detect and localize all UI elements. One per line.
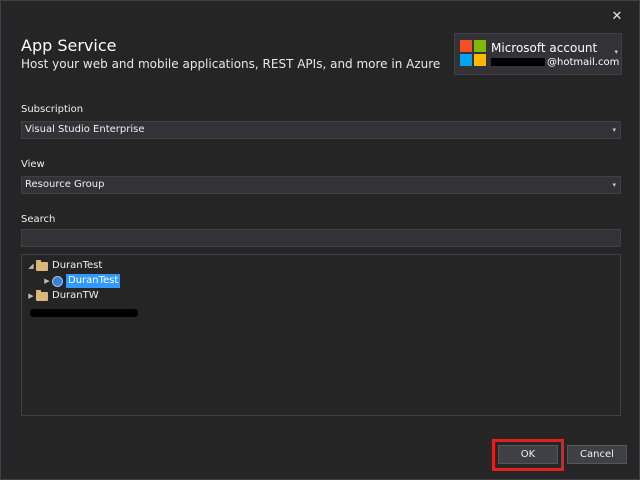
expand-icon[interactable]: ▶ — [26, 289, 36, 303]
account-name: Microsoft account — [491, 41, 598, 55]
view-label: View — [21, 159, 45, 170]
redacted-email-user — [491, 58, 545, 66]
tree-item-label: DuranTest — [52, 260, 103, 271]
search-input[interactable] — [21, 229, 621, 247]
dialog-subtitle: Host your web and mobile applications, R… — [21, 57, 441, 71]
app-service-icon — [52, 275, 63, 287]
chevron-down-icon: ▾ — [612, 181, 616, 189]
tree-item-label: DuranTest — [66, 274, 121, 288]
folder-icon — [36, 289, 48, 301]
tree-item-resource-group[interactable]: ▶ DuranTW — [26, 289, 99, 303]
chevron-down-icon: ▾ — [612, 126, 616, 134]
ok-button[interactable]: OK — [498, 445, 558, 464]
account-email: @hotmail.com — [491, 57, 619, 68]
subscription-label: Subscription — [21, 104, 84, 115]
account-selector[interactable]: Microsoft account @hotmail.com ▾ — [454, 33, 622, 75]
resource-tree[interactable]: ◢ DuranTest ▶ DuranTest ▶ DuranTW — [21, 254, 621, 416]
folder-icon — [36, 259, 48, 271]
subscription-dropdown[interactable]: Visual Studio Enterprise ▾ — [21, 121, 621, 139]
view-value: Resource Group — [25, 179, 105, 190]
dialog-title: App Service — [21, 36, 117, 55]
microsoft-logo-icon — [460, 40, 486, 66]
close-icon[interactable]: ✕ — [609, 9, 625, 25]
search-label: Search — [21, 214, 56, 225]
redacted-tree-item — [30, 309, 138, 317]
view-dropdown[interactable]: Resource Group ▾ — [21, 176, 621, 194]
tree-item-resource-group[interactable]: ◢ DuranTest — [26, 259, 102, 273]
tree-item-label: DuranTW — [52, 290, 99, 301]
subscription-value: Visual Studio Enterprise — [25, 124, 145, 135]
chevron-down-icon: ▾ — [614, 48, 618, 56]
expand-icon[interactable]: ▶ — [42, 274, 52, 288]
collapse-icon[interactable]: ◢ — [26, 259, 36, 273]
tree-item-app-service[interactable]: ▶ DuranTest — [42, 274, 121, 288]
app-service-dialog: ✕ App Service Host your web and mobile a… — [0, 0, 640, 480]
cancel-button[interactable]: Cancel — [567, 445, 627, 464]
